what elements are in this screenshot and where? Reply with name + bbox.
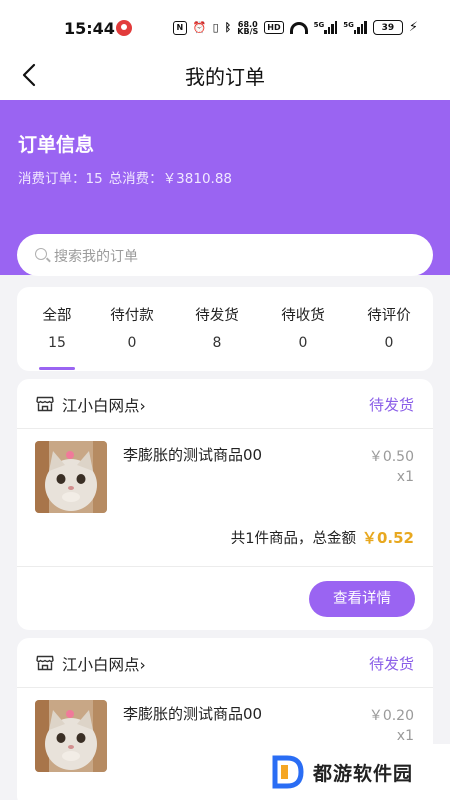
active-tab-indicator <box>39 367 75 370</box>
order-total: 共1件商品，总金额 ￥0.52 <box>231 527 414 548</box>
tab-label: 待评价 <box>367 308 411 324</box>
product-name: 李膨胀的测试商品00 <box>123 705 263 723</box>
cat-photo-icon <box>35 441 107 513</box>
nav-bar: 我的订单 <box>0 50 450 100</box>
order-status-badge: 待发货 <box>368 655 414 673</box>
bluetooth-icon: ᛒ <box>224 21 232 34</box>
tab-label: 待收货 <box>281 308 325 324</box>
battery-level: 39 <box>381 22 395 33</box>
view-details-button[interactable]: 查看详情 <box>309 581 415 617</box>
product-thumbnail <box>35 700 107 772</box>
tab-count: 8 <box>212 335 222 351</box>
tab-all[interactable]: 全部 15 <box>17 287 97 371</box>
search-placeholder: 搜索我的订单 <box>54 249 138 265</box>
tab-count: 0 <box>384 335 394 351</box>
network-speed-unit: KB/S <box>237 26 259 36</box>
order-list-screen: 15:44 N ⏰ ▯ ᛒ 68.0 KB/S HD 5G 5G 39 ⚡ 我的… <box>0 0 450 800</box>
tab-pending-receipt[interactable]: 待收货 0 <box>263 287 343 371</box>
shop-row[interactable]: 江小白网点› 待发货 <box>17 379 433 429</box>
orders-count-value: 15 <box>85 171 103 187</box>
card-divider <box>17 566 433 567</box>
shop-name[interactable]: 江小白网点› <box>62 653 146 675</box>
status-icons: N ⏰ ▯ ᛒ 68.0 KB/S HD 5G 5G 39 ⚡ <box>172 20 418 36</box>
orders-count-stat: 消费订单：15 <box>18 167 103 187</box>
wifi-icon <box>289 21 308 34</box>
tab-label: 全部 <box>42 308 72 324</box>
chevron-right-icon: › <box>139 397 146 415</box>
product-name: 李膨胀的测试商品00 <box>123 446 263 464</box>
signal-icon-1: 5G <box>314 21 338 35</box>
watermark-logo-icon <box>272 755 304 789</box>
total-spend-stat: 总消费：￥3810.88 <box>109 167 232 187</box>
quantity: x1 <box>396 728 414 744</box>
order-card[interactable]: 江小白网点› 待发货 李膨胀的测试商品00 ￥0.50 x1 共1件商品，总金额 <box>17 379 433 630</box>
tab-label: 待发货 <box>195 308 239 324</box>
signal-icon-2: 5G <box>343 21 367 35</box>
chevron-right-icon: › <box>139 656 146 674</box>
order-status-tabs: 全部 15 待付款 0 待发货 8 待收货 0 待评价 0 <box>17 287 433 371</box>
total-amount: ￥0.52 <box>361 529 414 547</box>
charging-icon: ⚡ <box>408 20 418 35</box>
status-bar: 15:44 N ⏰ ▯ ᛒ 68.0 KB/S HD 5G 5G 39 ⚡ <box>0 0 450 50</box>
search-icon <box>35 248 47 260</box>
tab-count: 0 <box>127 335 137 351</box>
tab-pending-payment[interactable]: 待付款 0 <box>92 287 172 371</box>
app-notification-icon <box>116 20 132 36</box>
page-title: 我的订单 <box>185 65 265 89</box>
order-status-badge: 待发货 <box>368 396 414 414</box>
status-time: 15:44 <box>64 19 115 38</box>
total-spend-label: 总消费： <box>108 171 163 187</box>
unit-price: ￥0.20 <box>368 708 414 724</box>
battery-icon: 39 <box>372 20 403 35</box>
store-icon <box>36 396 54 412</box>
shop-name-text: 江小白网点 <box>62 656 140 674</box>
hd-icon: HD <box>264 21 284 34</box>
store-icon <box>36 655 54 671</box>
summary-title: 订单信息 <box>18 134 95 156</box>
tab-count: 15 <box>48 335 66 351</box>
nfc-icon: N <box>172 20 187 35</box>
watermark-text: 都游软件园 <box>313 762 414 785</box>
alarm-icon: ⏰ <box>192 21 207 34</box>
tab-count: 0 <box>298 335 308 351</box>
shop-row[interactable]: 江小白网点› 待发货 <box>17 638 433 688</box>
tab-pending-review[interactable]: 待评价 0 <box>349 287 429 371</box>
shop-name-text: 江小白网点 <box>62 397 140 415</box>
orders-count-label: 消费订单： <box>18 171 86 187</box>
total-spend-value: ￥3810.88 <box>162 171 233 187</box>
cat-photo-icon <box>35 700 107 772</box>
product-thumbnail <box>35 441 107 513</box>
signal-bars-icon <box>324 21 338 34</box>
total-label: 共1件商品，总金额 <box>230 531 356 547</box>
quantity: x1 <box>396 469 414 485</box>
signal-label-1: 5G <box>313 20 325 29</box>
watermark: 都游软件园 <box>257 744 450 800</box>
vibrate-icon: ▯ <box>212 21 219 34</box>
unit-price: ￥0.50 <box>368 449 414 465</box>
summary-stats: 消费订单：15 总消费：￥3810.88 <box>18 167 232 187</box>
tab-label: 待付款 <box>110 308 154 324</box>
signal-bars-icon <box>353 21 367 34</box>
network-speed: 68.0 KB/S <box>237 20 259 36</box>
tab-pending-shipment[interactable]: 待发货 8 <box>177 287 257 371</box>
search-input[interactable]: 搜索我的订单 <box>17 234 433 276</box>
shop-name[interactable]: 江小白网点› <box>62 394 146 416</box>
signal-label-2: 5G <box>343 20 354 29</box>
